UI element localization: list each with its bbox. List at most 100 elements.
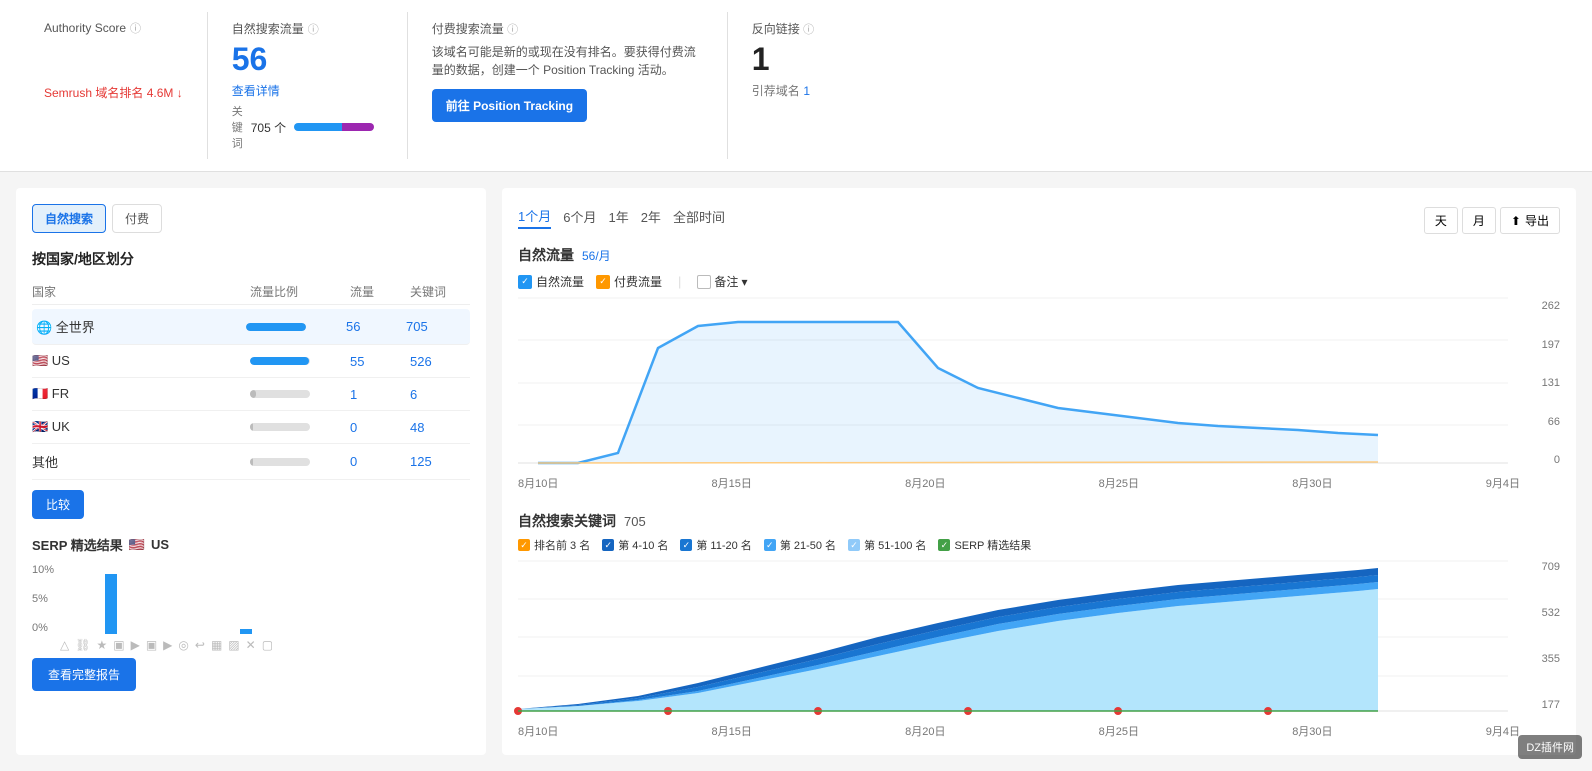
kw-21-50-checkbox[interactable]: ✓: [764, 539, 776, 551]
kw-top3-checkbox[interactable]: ✓: [518, 539, 530, 551]
authority-score-label: Authority Score ⓘ: [44, 20, 183, 36]
table-header: 国家 流量比例 流量 关键词: [32, 279, 470, 305]
organic-traffic-link[interactable]: 查看详情: [232, 82, 383, 99]
kw-x-axis: 8月10日 8月15日 8月20日 8月25日 8月30日 9月4日: [518, 723, 1560, 739]
authority-score-info-icon[interactable]: ⓘ: [130, 20, 141, 36]
view-buttons: 天 月 ⬆ 导出: [1424, 207, 1560, 234]
chart-title: 自然流量: [518, 245, 574, 265]
progress-bar-fr: [250, 390, 310, 398]
view-month-button[interactable]: 月: [1462, 207, 1496, 234]
authority-score-card: Authority Score ⓘ Semrush 域名排名 4.6M ↓: [20, 12, 208, 159]
kw-legend-top3: ✓ 排名前 3 名: [518, 537, 590, 553]
legend-notes-dropdown[interactable]: 备注 ▾: [697, 273, 747, 290]
kw-y-axis: 709 532 355 177: [1525, 561, 1560, 711]
organic-traffic-info-icon[interactable]: ⓘ: [308, 21, 319, 37]
organic-traffic-label: 自然搜索流量 ⓘ: [232, 20, 383, 37]
serp-y-labels: 10% 5% 0%: [32, 564, 54, 634]
semrush-rank: Semrush 域名排名 4.6M ↓: [44, 76, 183, 101]
paid-traffic-info-icon[interactable]: ⓘ: [507, 24, 518, 36]
serp-title: SERP 精选结果 🇺🇸 US: [32, 535, 470, 554]
compare-button[interactable]: 比较: [32, 490, 84, 519]
tab-1month[interactable]: 1个月: [518, 204, 551, 229]
chart-y-axis: 262 197 131 66 0: [1525, 298, 1560, 468]
kw-legend-serp: ✓ SERP 精选结果: [938, 537, 1031, 553]
section-title: 按国家/地区划分: [32, 249, 470, 269]
legend-divider: |: [678, 274, 681, 289]
legend-organic: ✓ 自然流量: [518, 273, 584, 290]
top-bar: Authority Score ⓘ Semrush 域名排名 4.6M ↓ 自然…: [0, 0, 1592, 172]
kw-legend-4-10: ✓ 第 4-10 名: [602, 537, 668, 553]
table-row: 🇬🇧 UK 0 48: [32, 411, 470, 444]
watermark: DZ插件网: [1518, 735, 1582, 759]
progress-bar-uk: [250, 423, 310, 431]
paid-line: [538, 462, 1378, 463]
left-panel: 自然搜索 付费 按国家/地区划分 国家 流量比例 流量 关键词 🌐 全世界 56…: [16, 188, 486, 755]
backlinks-label: 反向链接 ⓘ: [752, 20, 904, 37]
keywords-title-row: 自然搜索关键词 705: [518, 511, 1560, 531]
main-chart-svg: [518, 298, 1560, 468]
keyword-label: 关键词: [232, 103, 243, 151]
tab-alltime[interactable]: 全部时间: [673, 205, 725, 228]
kw-legend-11-20: ✓ 第 11-20 名: [680, 537, 751, 553]
serp-chart-area: 10% 5% 0%: [32, 564, 470, 644]
view-day-button[interactable]: 天: [1424, 207, 1458, 234]
keywords-chart-svg: [518, 561, 1560, 716]
organic-traffic-value: 56: [232, 41, 383, 78]
kw-legend-21-50: ✓ 第 21-50 名: [764, 537, 836, 553]
chart-x-axis: 8月10日 8月15日 8月20日 8月25日 8月30日 9月4日: [518, 475, 1560, 491]
backlinks-info-icon[interactable]: ⓘ: [803, 24, 814, 36]
tab-2year[interactable]: 2年: [641, 205, 661, 228]
tab-organic[interactable]: 自然搜索: [32, 204, 106, 233]
legend-paid-checkbox[interactable]: ✓: [596, 275, 610, 289]
time-tabs-row: 1个月 6个月 1年 2年 全部时间 天 月 ⬆ 导出: [518, 204, 1560, 237]
tab-1year[interactable]: 1年: [608, 205, 628, 228]
table-row: 🇫🇷 FR 1 6: [32, 378, 470, 411]
tab-row: 自然搜索 付费: [32, 204, 470, 233]
chart-title-row: 自然流量 56/月: [518, 245, 1560, 265]
time-tabs: 1个月 6个月 1年 2年 全部时间: [518, 204, 725, 229]
organic-traffic-card: 自然搜索流量 ⓘ 56 查看详情 关键词 705 个: [208, 12, 408, 159]
main-content: 自然搜索 付费 按国家/地区划分 国家 流量比例 流量 关键词 🌐 全世界 56…: [0, 172, 1592, 771]
organic-area: [538, 322, 1378, 463]
export-icon: ⬆: [1511, 214, 1521, 228]
referring-domains: 引荐域名 1: [752, 82, 904, 99]
export-button[interactable]: ⬆ 导出: [1500, 207, 1560, 234]
keywords-title: 自然搜索关键词: [518, 511, 616, 531]
legend-organic-checkbox[interactable]: ✓: [518, 275, 532, 289]
serp-section: SERP 精选结果 🇺🇸 US 10% 5% 0%: [32, 535, 470, 691]
position-tracking-button[interactable]: 前往 Position Tracking: [432, 89, 587, 122]
progress-bar-other: [250, 458, 310, 466]
progress-bar-world: [246, 323, 306, 331]
tab-paid[interactable]: 付费: [112, 204, 162, 233]
view-report-button[interactable]: 查看完整报告: [32, 658, 136, 691]
kw-11-20-checkbox[interactable]: ✓: [680, 539, 692, 551]
table-row: 🌐 全世界 56 705: [32, 309, 470, 345]
keywords-section: 自然搜索关键词 705 ✓ 排名前 3 名 ✓ 第 4-10 名 ✓ 第 11-…: [518, 511, 1560, 739]
kw-4-10-checkbox[interactable]: ✓: [602, 539, 614, 551]
paid-traffic-description: 该域名可能是新的或现在没有排名。要获得付费流量的数据，创建一个 Position…: [432, 43, 703, 79]
table-row: 其他 0 125: [32, 444, 470, 480]
kw-serp-checkbox[interactable]: ✓: [938, 539, 950, 551]
keywords-count: 705: [624, 514, 646, 529]
chart-value: 56/月: [582, 247, 611, 264]
right-panel: 1个月 6个月 1年 2年 全部时间 天 月 ⬆ 导出 自然流量 56/月: [502, 188, 1576, 755]
legend-notes-checkbox[interactable]: [697, 275, 711, 289]
backlinks-value: 1: [752, 41, 904, 78]
keywords-legend: ✓ 排名前 3 名 ✓ 第 4-10 名 ✓ 第 11-20 名 ✓ 第 21-…: [518, 537, 1560, 553]
main-chart-container: 262 197 131 66 0: [518, 298, 1560, 471]
paid-traffic-card: 付费搜索流量 ⓘ 该域名可能是新的或现在没有排名。要获得付费流量的数据，创建一个…: [408, 12, 728, 159]
table-row: 🇺🇸 US 55 526: [32, 345, 470, 378]
tab-6month[interactable]: 6个月: [563, 205, 596, 228]
backlinks-card: 反向链接 ⓘ 1 引荐域名 1: [728, 12, 928, 159]
serp-bar: [240, 629, 252, 634]
kw-legend-51-100: ✓ 第 51-100 名: [848, 537, 926, 553]
serp-icons: △ ⛓ ★ ▣ ▶ ▣ ▶ ◎ ↩ ▦ ▨ ✕ ▢: [32, 638, 470, 652]
keyword-row: 关键词 705 个: [232, 103, 383, 151]
kw-51-100-checkbox[interactable]: ✓: [848, 539, 860, 551]
paid-traffic-label: 付费搜索流量 ⓘ: [432, 20, 703, 37]
chart-legend: ✓ 自然流量 ✓ 付费流量 | 备注 ▾: [518, 273, 1560, 290]
keyword-bar: [294, 123, 374, 131]
progress-bar-us: [250, 357, 310, 365]
kw-area-51-100: [518, 589, 1378, 711]
serp-bar: [105, 574, 117, 634]
